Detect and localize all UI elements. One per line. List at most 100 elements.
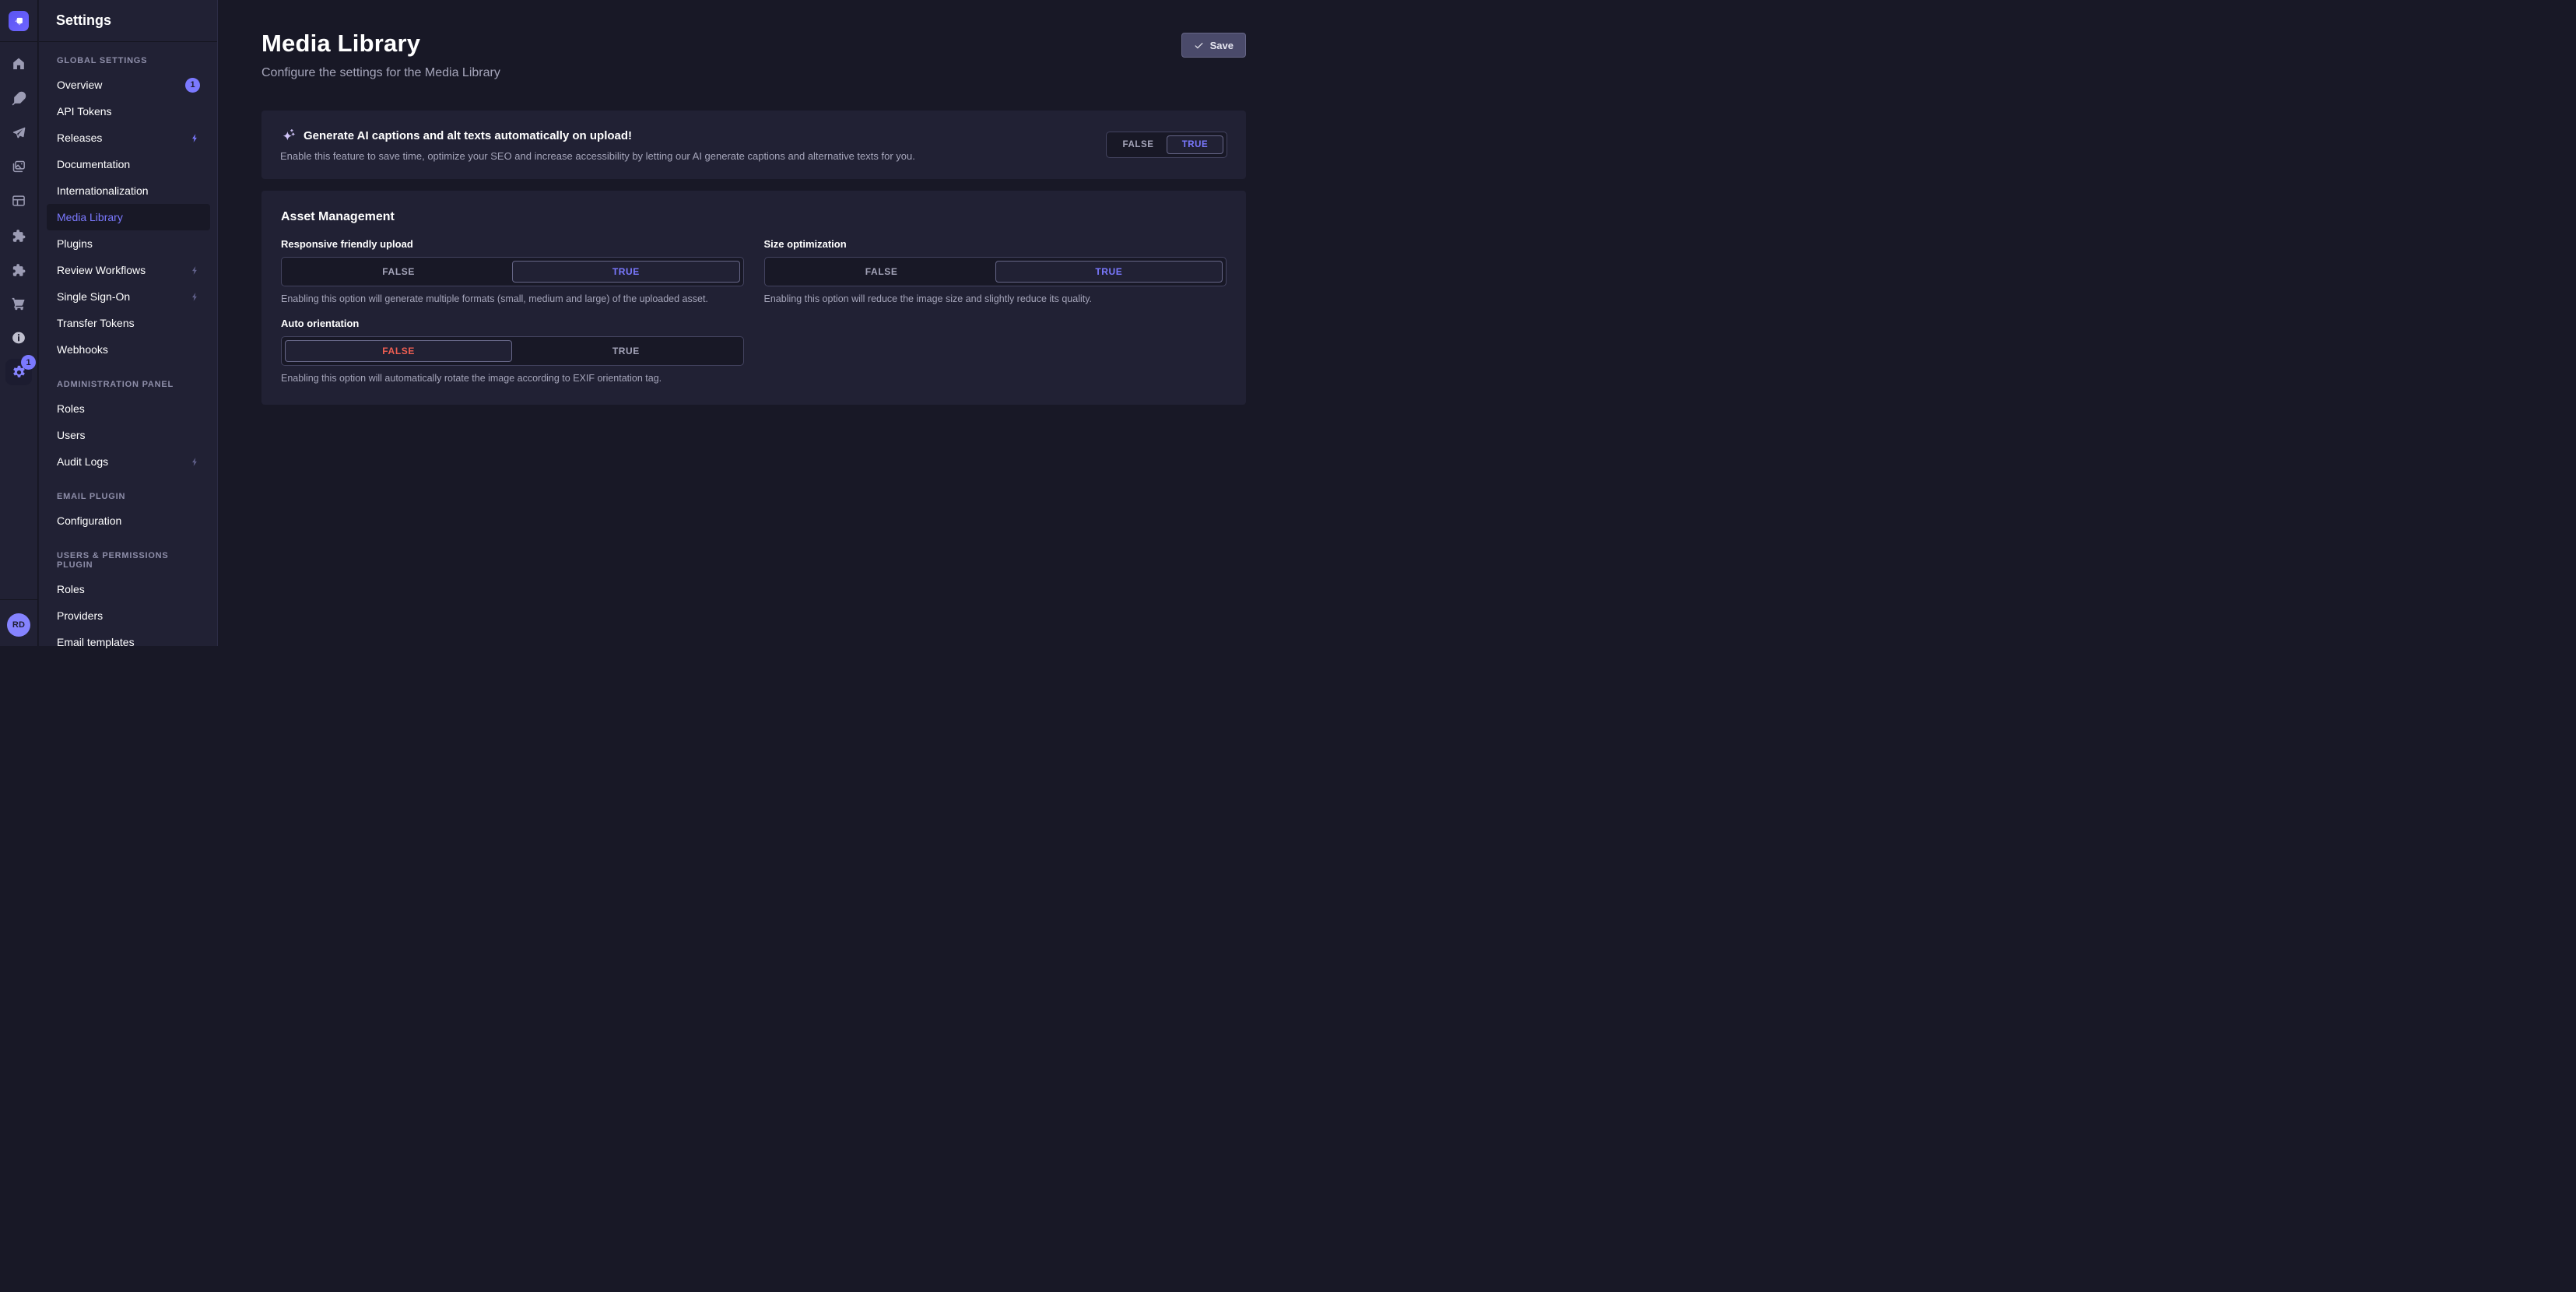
paper-plane-icon <box>12 125 26 140</box>
responsive-friendly-upload-false-option[interactable]: FALSE <box>285 261 512 283</box>
ai-captions-banner: Generate AI captions and alt texts autom… <box>261 111 1246 179</box>
sidebar-item-webhooks[interactable]: Webhooks <box>47 336 210 363</box>
sidebar-item-overview[interactable]: Overview 1 <box>47 72 210 98</box>
sidebar-item-single-sign-on[interactable]: Single Sign-On <box>47 283 210 310</box>
sidebar-item-label: Overview <box>57 79 102 91</box>
asset-management-grid: Responsive friendly uploadFALSETRUEEnabl… <box>281 238 1227 384</box>
strapi-logo[interactable] <box>9 11 29 31</box>
sidebar-item-label: Single Sign-On <box>57 290 130 303</box>
field-hint: Enabling this option will generate multi… <box>281 293 744 305</box>
rail-item-home[interactable] <box>2 47 36 81</box>
save-button-label: Save <box>1210 40 1234 51</box>
feather-icon <box>12 91 26 106</box>
field-hint: Enabling this option will reduce the ima… <box>764 293 1227 305</box>
rail-item-info[interactable] <box>2 321 36 355</box>
sidebar-item-media-library[interactable]: Media Library <box>47 204 210 230</box>
field-label: Responsive friendly upload <box>281 238 744 251</box>
sidebar-item-transfer-tokens[interactable]: Transfer Tokens <box>47 310 210 336</box>
sidebar-item-internationalization[interactable]: Internationalization <box>47 177 210 204</box>
size-optimization-true-option[interactable]: TRUE <box>995 261 1223 283</box>
home-icon <box>11 56 26 72</box>
sidebar-item-label: Transfer Tokens <box>57 317 135 329</box>
sidebar-title: Settings <box>56 12 111 29</box>
sidebar-item-providers[interactable]: Providers <box>47 602 210 629</box>
sidebar-item-review-workflows[interactable]: Review Workflows <box>47 257 210 283</box>
ai-captions-toggle: FALSETRUE <box>1106 132 1227 158</box>
asset-management-panel: Asset Management Responsive friendly upl… <box>261 191 1246 405</box>
sidebar-item-documentation[interactable]: Documentation <box>47 151 210 177</box>
sidebar-item-label: Providers <box>57 609 103 622</box>
sidebar-item-configuration[interactable]: Configuration <box>47 507 210 534</box>
sidebar-item-label: Email templates <box>57 636 135 648</box>
nav-section-label: ADMINISTRATION PANEL <box>47 375 210 395</box>
page-header: Media Library Configure the settings for… <box>261 0 1246 81</box>
lightning-icon <box>190 265 200 276</box>
avatar[interactable]: RD <box>7 613 30 637</box>
rail-item-images[interactable] <box>2 149 36 184</box>
rail-item-layout[interactable] <box>2 184 36 218</box>
images-icon <box>11 159 26 174</box>
field-label: Size optimization <box>764 238 1227 251</box>
field-hint: Enabling this option will automatically … <box>281 373 744 384</box>
page-title-block: Media Library Configure the settings for… <box>261 30 500 81</box>
rail-item-gear[interactable]: 1 <box>2 355 36 389</box>
ai-banner-text: Generate AI captions and alt texts autom… <box>280 128 915 163</box>
ai-banner-title: Generate AI captions and alt texts autom… <box>304 129 632 143</box>
ai-captions-false-option[interactable]: FALSE <box>1110 135 1167 154</box>
page-subtitle: Configure the settings for the Media Lib… <box>261 65 500 81</box>
asset-management-title: Asset Management <box>281 209 1227 224</box>
rail-item-cart[interactable] <box>2 286 36 321</box>
size-optimization-false-option[interactable]: FALSE <box>768 261 995 283</box>
field-responsive-friendly-upload: Responsive friendly upload FALSETRUE Enabl… <box>281 238 744 305</box>
sidebar-item-releases[interactable]: Releases <box>47 125 210 151</box>
rail-item-paper-plane[interactable] <box>2 115 36 149</box>
ai-toggle-slot: FALSETRUE <box>1106 132 1227 158</box>
field-size-optimization: Size optimization FALSETRUE Enabling this … <box>764 238 1227 305</box>
main-content: Media Library Configure the settings for… <box>218 0 1288 646</box>
sidebar-item-label: Users <box>57 429 86 441</box>
sidebar-item-label: Internationalization <box>57 184 149 197</box>
sidebar-item-label: Audit Logs <box>57 455 108 468</box>
sidebar-item-plugins[interactable]: Plugins <box>47 230 210 257</box>
nav-section-email-plugin: EMAIL PLUGINConfiguration <box>47 487 210 534</box>
sidebar-item-label: Roles <box>57 583 85 595</box>
ai-captions-true-option[interactable]: TRUE <box>1167 135 1223 154</box>
sidebar-item-roles[interactable]: Roles <box>47 576 210 602</box>
rail-logo-area <box>0 0 37 42</box>
responsive-friendly-upload-true-option[interactable]: TRUE <box>512 261 739 283</box>
notifications-badge: 1 <box>21 355 36 370</box>
field-label: Auto orientation <box>281 318 744 330</box>
sidebar-item-users[interactable]: Users <box>47 422 210 448</box>
layout-icon <box>11 193 26 209</box>
rail-item-puzzle[interactable] <box>2 218 36 252</box>
rail-item-feather[interactable] <box>2 81 36 115</box>
puzzle-icon <box>11 262 26 277</box>
ai-banner-description: Enable this feature to save time, optimi… <box>280 150 915 163</box>
nav-section-label: GLOBAL SETTINGS <box>47 51 210 72</box>
lightning-icon <box>190 133 200 143</box>
sidebar-item-label: Releases <box>57 132 102 144</box>
page-title: Media Library <box>261 30 500 58</box>
cart-icon <box>11 296 26 311</box>
sidebar-item-email-templates[interactable]: Email templates <box>47 629 210 655</box>
settings-sidebar-header: Settings <box>39 0 217 42</box>
auto-orientation-toggle: FALSETRUE <box>281 336 744 366</box>
sidebar-item-label: Documentation <box>57 158 130 170</box>
auto-orientation-false-option[interactable]: FALSE <box>285 340 512 362</box>
notifications-badge: 1 <box>185 78 200 93</box>
sidebar-item-label: Review Workflows <box>57 264 146 276</box>
puzzle-icon <box>11 227 26 243</box>
sidebar-item-roles[interactable]: Roles <box>47 395 210 422</box>
sidebar-item-audit-logs[interactable]: Audit Logs <box>47 448 210 475</box>
nav-section-global-settings: GLOBAL SETTINGS Overview 1 API Tokens Releas… <box>47 51 210 363</box>
rail-nav: 1 <box>2 47 36 389</box>
sidebar-item-label: Configuration <box>57 514 121 527</box>
nav-section-label: USERS & PERMISSIONS PLUGIN <box>47 546 210 576</box>
rail-item-puzzle-2[interactable] <box>2 252 36 286</box>
nav-section-administration-panel: ADMINISTRATION PANEL Roles Users Audit Logs <box>47 375 210 475</box>
sidebar-item-label: Roles <box>57 402 85 415</box>
auto-orientation-true-option[interactable]: TRUE <box>512 340 739 362</box>
sidebar-item-api-tokens[interactable]: API Tokens <box>47 98 210 125</box>
save-button[interactable]: Save <box>1181 33 1246 58</box>
sparkle-icon <box>280 128 297 145</box>
